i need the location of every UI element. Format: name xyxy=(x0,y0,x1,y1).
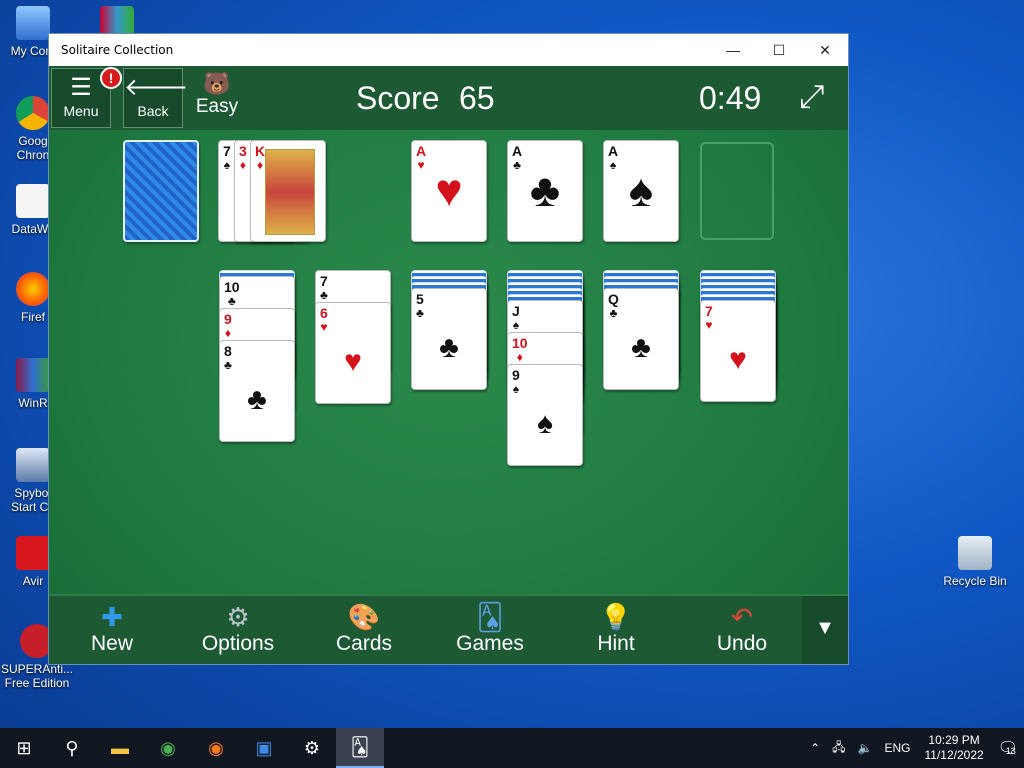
start-button[interactable]: ⊞ xyxy=(0,728,48,768)
alert-badge: ! xyxy=(100,67,122,89)
difficulty-label: Easy xyxy=(195,96,239,117)
options-button[interactable]: ⚙ Options xyxy=(175,596,301,664)
desktop-icon-recycle-bin[interactable]: Recycle Bin xyxy=(936,536,1014,588)
chevron-down-icon[interactable]: ▼ xyxy=(802,596,848,664)
card-suit-pip: ♣ xyxy=(247,383,267,416)
card-suit-pip: ♣ xyxy=(439,331,459,364)
solitaire-taskbar-icon[interactable]: 🂡 xyxy=(336,728,384,768)
tableau-card[interactable]: 9 ♠ ♠ xyxy=(507,364,583,466)
search-icon[interactable]: ⚲ xyxy=(48,728,96,768)
title-bar[interactable]: Solitaire Collection — ☐ ✕ xyxy=(49,34,848,66)
gear-icon: ⚙ xyxy=(226,602,250,632)
spybot-icon xyxy=(16,448,50,482)
minimize-button[interactable]: — xyxy=(710,34,756,66)
score-value: 65 xyxy=(459,80,495,116)
foundation-spades[interactable]: A ♠ ♠ xyxy=(603,140,679,242)
plus-icon: ✚ xyxy=(101,602,123,632)
bottom-toolbar: ✚ New ⚙ Options 🎨 Cards 🂡 Games 💡 Hint ↶ xyxy=(49,594,848,664)
window-title: Solitaire Collection xyxy=(61,43,174,57)
tableau-card[interactable]: Q ♣ ♣ xyxy=(603,288,679,390)
back-arrow-icon: 🡐 xyxy=(124,74,189,101)
tableau-card[interactable]: 5 ♣ ♣ xyxy=(411,288,487,390)
desktop-icon-label: Recycle Bin xyxy=(943,574,1007,588)
volume-icon[interactable]: 🔈 xyxy=(858,741,873,755)
game-header: ☰ Menu ! 🡐 Back 🐻 Easy Score 65 0:49 ⤢ xyxy=(49,66,848,130)
back-label: Back xyxy=(137,103,169,119)
stock-pile[interactable] xyxy=(123,140,199,242)
file-icon xyxy=(16,184,50,218)
menu-label: Menu xyxy=(63,103,99,119)
waste-top-card[interactable]: K ♦ xyxy=(250,140,326,242)
firefox-icon[interactable]: ◉ xyxy=(192,728,240,768)
chrome-icon xyxy=(16,96,50,130)
winrar-icon xyxy=(16,358,50,392)
avira-icon xyxy=(16,536,50,570)
new-game-button[interactable]: ✚ New xyxy=(49,596,175,664)
notifications-icon[interactable]: 🗨 13 xyxy=(998,738,1018,758)
undo-icon: ↶ xyxy=(731,602,753,632)
undo-button[interactable]: ↶ Undo xyxy=(679,596,805,664)
games-button[interactable]: 🂡 Games xyxy=(427,596,553,664)
recycle-bin-icon xyxy=(958,536,992,570)
chrome-icon[interactable]: ◉ xyxy=(144,728,192,768)
card-suit-pip: ♥ xyxy=(729,343,747,376)
taskbar: ⊞ ⚲ ▬ ◉ ◉ ▣ ⚙ 🂡 ⌃ 🖧 🔈 ENG 10:29 PM 11/12… xyxy=(0,728,1024,768)
card-suit-pip: ♠ xyxy=(537,407,553,440)
system-tray: ⌃ 🖧 🔈 ENG 10:29 PM 11/12/2022 🗨 13 xyxy=(804,728,1024,768)
card-deck-icon: 🂡 xyxy=(476,602,504,632)
lightbulb-icon: 💡 xyxy=(599,602,633,632)
network-icon[interactable]: 🖧 xyxy=(832,738,845,759)
desktop-icon-label: SUPERAnti... Free Edition xyxy=(0,662,74,690)
fullscreen-icon[interactable]: ⤢ xyxy=(799,78,825,116)
difficulty-indicator: 🐻 Easy xyxy=(192,72,242,118)
back-button[interactable]: 🡐 Back xyxy=(123,68,189,128)
score-label: Score xyxy=(356,80,440,116)
tableau-card[interactable]: 7 ♥ ♥ xyxy=(700,300,776,402)
maximize-button[interactable]: ☐ xyxy=(756,34,802,66)
file-explorer-icon[interactable]: ▬ xyxy=(96,728,144,768)
tableau-card[interactable]: 6 ♥ ♥ xyxy=(315,302,391,404)
foundation-empty-slot[interactable] xyxy=(700,142,774,240)
notification-count: 13 xyxy=(1005,746,1016,756)
foundation-clubs[interactable]: A ♣ ♣ xyxy=(507,140,583,242)
game-board: ☰ Menu ! 🡐 Back 🐻 Easy Score 65 0:49 ⤢ 7… xyxy=(49,66,848,664)
menu-button[interactable]: ☰ Menu ! xyxy=(51,67,122,128)
card-suit-pip: ♥ xyxy=(344,345,362,378)
foundation-hearts[interactable]: A ♥ ♥ xyxy=(411,140,487,242)
king-face-art xyxy=(265,149,315,235)
clock[interactable]: 10:29 PM 11/12/2022 xyxy=(925,733,984,763)
hint-button[interactable]: 💡 Hint xyxy=(553,596,679,664)
tableau-card[interactable]: 8 ♣ ♣ xyxy=(219,340,295,442)
cards-button[interactable]: 🎨 Cards xyxy=(301,596,427,664)
close-button[interactable]: ✕ xyxy=(802,34,848,66)
palette-icon: 🎨 xyxy=(347,602,381,632)
chevron-up-icon[interactable]: ⌃ xyxy=(810,741,820,755)
settings-gear-icon[interactable]: ⚙ xyxy=(288,728,336,768)
app-icon[interactable]: ▣ xyxy=(240,728,288,768)
language-indicator[interactable]: ENG xyxy=(885,741,911,755)
computer-icon xyxy=(16,6,50,40)
card-suit-pip: ♣ xyxy=(631,331,651,364)
polar-bear-icon: 🐻 xyxy=(203,71,231,96)
firefox-icon xyxy=(16,272,50,306)
game-timer: 0:49 xyxy=(699,80,762,116)
solitaire-window: Solitaire Collection — ☐ ✕ ☰ Menu ! 🡐 Ba… xyxy=(48,33,849,665)
